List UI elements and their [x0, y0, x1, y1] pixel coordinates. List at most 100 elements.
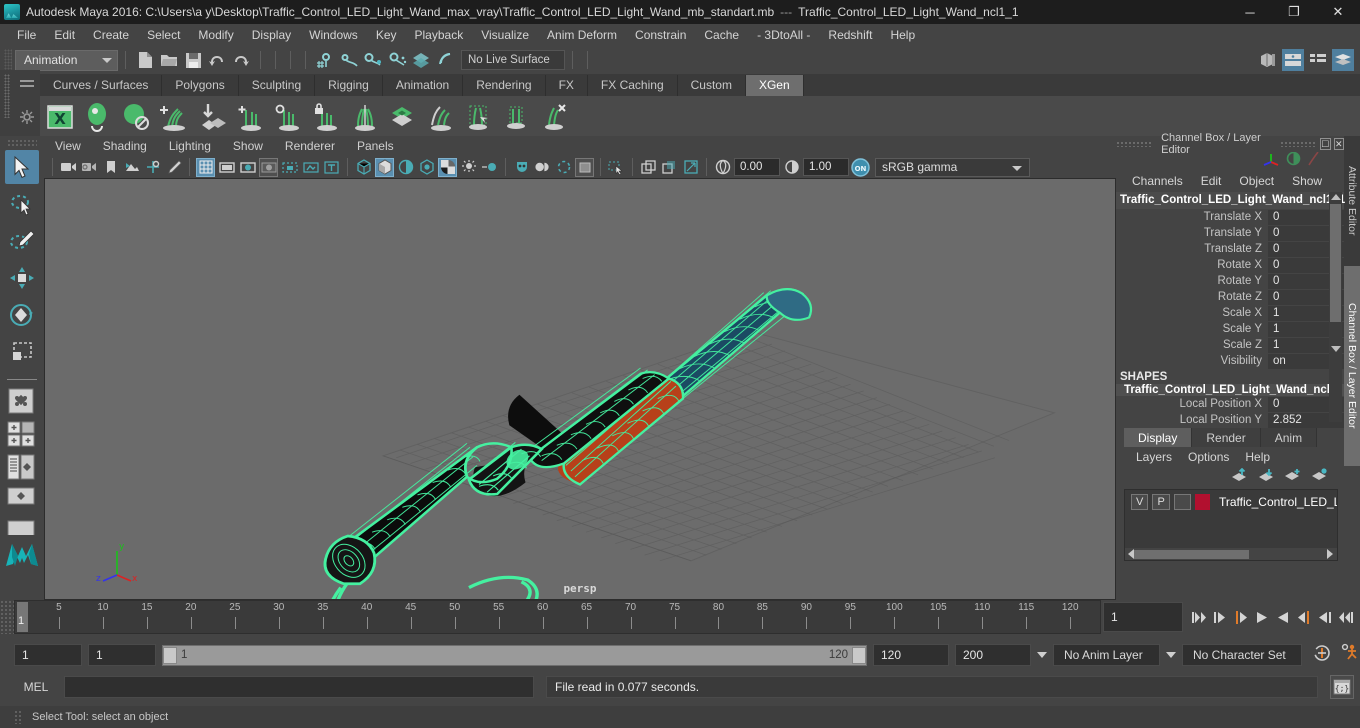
- cut-brush-icon[interactable]: [500, 101, 534, 135]
- channel-attribute-row[interactable]: Visibility on: [1116, 353, 1344, 369]
- gamma-field[interactable]: 1.00: [803, 158, 849, 176]
- auto-keyframe-icon[interactable]: [1312, 643, 1332, 668]
- create-new-layer-icon[interactable]: [1284, 468, 1301, 486]
- snap-to-curve-icon[interactable]: [337, 48, 361, 72]
- menu-item-file[interactable]: File: [8, 24, 45, 46]
- playback-start-field[interactable]: 1: [88, 644, 156, 666]
- channel-attribute-row[interactable]: Scale Y1: [1116, 321, 1344, 337]
- color-management-toggle-icon[interactable]: ON: [851, 157, 870, 177]
- make-live-icon[interactable]: [433, 48, 457, 72]
- persp-graph-layout-icon[interactable]: [5, 519, 39, 535]
- help-line-grip[interactable]: [14, 710, 22, 724]
- hypergraph-layout-icon[interactable]: [5, 486, 39, 516]
- channel-box-scrollbar[interactable]: [1329, 192, 1342, 422]
- go-to-end-icon[interactable]: [1338, 609, 1354, 625]
- create-layer-from-selected-icon[interactable]: [1311, 468, 1328, 486]
- layer-row[interactable]: V P Traffic_Control_LED_Ligh: [1125, 490, 1337, 510]
- move-layer-up-icon[interactable]: [1230, 467, 1247, 486]
- add-groom-icon[interactable]: [158, 101, 192, 135]
- layer-list[interactable]: V P Traffic_Control_LED_Ligh: [1124, 489, 1338, 561]
- range-left-handle[interactable]: [163, 646, 177, 664]
- menu-item-create[interactable]: Create: [84, 24, 138, 46]
- step-back-keyframe-icon[interactable]: [1212, 609, 1228, 625]
- shelf-tab-menu-icon[interactable]: [19, 77, 35, 96]
- menu-item-constrain[interactable]: Constrain: [626, 24, 695, 46]
- menu-item-modify[interactable]: Modify: [189, 24, 242, 46]
- menu-item-visualize[interactable]: Visualize: [472, 24, 538, 46]
- channel-box-menu-channels[interactable]: Channels: [1124, 174, 1191, 188]
- snap-to-projected-center-icon[interactable]: [385, 48, 409, 72]
- new-scene-icon[interactable]: [133, 48, 157, 72]
- import-preset-icon[interactable]: [196, 101, 230, 135]
- channel-attribute-row[interactable]: Scale Z1: [1116, 337, 1344, 353]
- shelf-tab-rigging[interactable]: Rigging: [315, 75, 383, 96]
- move-layer-down-icon[interactable]: [1257, 468, 1274, 486]
- menu-set-selector[interactable]: Animation: [15, 49, 118, 71]
- channel-attribute-row[interactable]: Translate Z0: [1116, 241, 1344, 257]
- panel-grip-left[interactable]: [1116, 141, 1154, 147]
- xray-joints-icon[interactable]: [533, 158, 552, 177]
- film-origin-icon[interactable]: [280, 158, 299, 177]
- view-transform-selector[interactable]: sRGB gamma: [875, 157, 1030, 177]
- snap-to-grid-icon[interactable]: [313, 48, 337, 72]
- grid-icon[interactable]: [196, 157, 215, 177]
- gate-mask-icon[interactable]: [259, 157, 278, 177]
- layer-list-horizontal-scrollbar[interactable]: [1125, 548, 1337, 560]
- screen-space-ao-icon[interactable]: [459, 158, 478, 177]
- use-all-lights-icon[interactable]: [417, 158, 436, 177]
- viewport-menu-panels[interactable]: Panels: [346, 139, 405, 153]
- script-editor-icon[interactable]: {;}: [1330, 675, 1354, 699]
- panel-close-button[interactable]: ✕: [1333, 138, 1344, 150]
- shelf-tab-rendering[interactable]: Rendering: [463, 75, 546, 96]
- motion-blur-icon[interactable]: [480, 158, 499, 177]
- layer-tab-display[interactable]: Display: [1124, 428, 1193, 447]
- undo-icon[interactable]: [205, 48, 229, 72]
- layer-color-swatch[interactable]: [1195, 494, 1210, 510]
- animation-end-field[interactable]: 200: [955, 644, 1031, 666]
- text-overlay-icon[interactable]: [322, 158, 341, 177]
- shelf-tab-polygons[interactable]: Polygons: [162, 75, 239, 96]
- menu-item-redshift[interactable]: Redshift: [819, 24, 881, 46]
- shape-node-name[interactable]: Traffic_Control_LED_Light_Wand_ncl...: [1116, 384, 1344, 396]
- shelf-rail-grip[interactable]: [4, 74, 10, 118]
- grease-pencil-icon[interactable]: [164, 158, 183, 177]
- channel-box-scroll-thumb[interactable]: [1330, 204, 1341, 322]
- channel-attribute-row[interactable]: Scale X1: [1116, 305, 1344, 321]
- shelf-tab-curves-surfaces[interactable]: Curves / Surfaces: [40, 75, 163, 96]
- channel-attribute-row[interactable]: Translate Y0: [1116, 225, 1344, 241]
- camera-attributes-icon[interactable]: [80, 158, 99, 177]
- resolution-gate-icon[interactable]: [238, 158, 257, 177]
- layer-tab-render[interactable]: Render: [1192, 428, 1261, 447]
- wireframe-icon[interactable]: [354, 158, 373, 177]
- character-set-selector[interactable]: No Character Set: [1182, 644, 1302, 666]
- menu-item-display[interactable]: Display: [243, 24, 300, 46]
- menu-item-select[interactable]: Select: [138, 24, 189, 46]
- add-density-brush-icon[interactable]: [234, 101, 268, 135]
- shelf-tab-sculpting[interactable]: Sculpting: [239, 75, 316, 96]
- toolbox-grip[interactable]: [7, 139, 37, 147]
- four-view-layout-icon[interactable]: [5, 420, 39, 450]
- select-camera-icon[interactable]: [59, 158, 78, 177]
- menu-item-windows[interactable]: Windows: [300, 24, 367, 46]
- shelf-tab-fx-caching[interactable]: FX Caching: [588, 75, 678, 96]
- shaded-textured-icon[interactable]: [396, 158, 415, 177]
- show-hide-tool-settings-icon[interactable]: [1307, 49, 1329, 71]
- create-collection-icon[interactable]: [120, 101, 154, 135]
- close-button[interactable]: ✕: [1316, 0, 1360, 24]
- viewport-menu-show[interactable]: Show: [222, 139, 274, 153]
- input-connection-icon[interactable]: [1307, 151, 1320, 171]
- panel-undock-button[interactable]: ☐: [1320, 138, 1331, 150]
- rotate-tool-icon[interactable]: [5, 298, 39, 332]
- menu-item-edit[interactable]: Edit: [45, 24, 84, 46]
- two-d-pan-zoom-icon[interactable]: [143, 158, 162, 177]
- layer-visibility-toggle[interactable]: V: [1131, 494, 1149, 510]
- go-to-start-icon[interactable]: [1191, 609, 1207, 625]
- channel-attribute-row[interactable]: Rotate Y0: [1116, 273, 1344, 289]
- snapshot-icon[interactable]: [639, 158, 658, 177]
- shelf-tab-custom[interactable]: Custom: [678, 75, 746, 96]
- move-tool-icon[interactable]: [5, 261, 39, 295]
- current-frame-field[interactable]: 1: [1103, 602, 1183, 632]
- shape-attribute-row[interactable]: Local Position X0: [1116, 396, 1344, 412]
- dock-tab-channel-box[interactable]: Channel Box / Layer Editor: [1344, 266, 1360, 466]
- channel-attribute-row[interactable]: Rotate Z0: [1116, 289, 1344, 305]
